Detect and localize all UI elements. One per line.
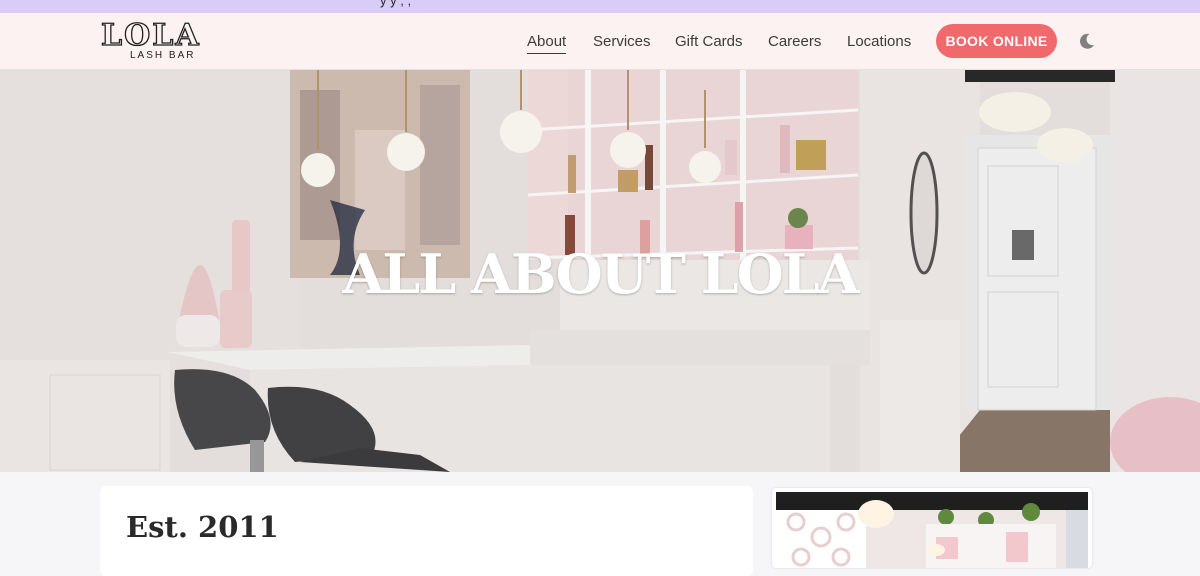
announcement-bar: y y , , [0,0,1200,13]
salon-photo [776,492,1088,568]
moon-icon[interactable] [1077,31,1097,51]
brand-logo[interactable]: LOLA LASH BAR [100,18,223,62]
nav-careers[interactable]: Careers [768,33,821,50]
announcement-text: y y , , [380,0,411,8]
hero-banner: ALL ABOUT LOLA [0,70,1200,472]
brand-tagline: LASH BAR [130,50,196,61]
nav-about[interactable]: About [527,33,567,54]
intro-heading: Est. 2011 [126,510,279,544]
nav-locations[interactable]: Locations [847,33,911,50]
brand-name: LOLA [100,18,201,53]
book-online-button[interactable]: BOOK ONLINE [936,24,1057,58]
intro-card: Est. 2011 [100,486,753,576]
announcement-copy: y y , , [380,0,412,8]
nav-services[interactable]: Services [593,33,651,50]
nav-gift-cards[interactable]: Gift Cards [675,33,743,50]
hero-title: ALL ABOUT LOLA [342,242,859,306]
site-header: LOLA LASH BAR About Services Gift Cards … [0,13,1200,70]
intro-photo-card [772,488,1092,568]
